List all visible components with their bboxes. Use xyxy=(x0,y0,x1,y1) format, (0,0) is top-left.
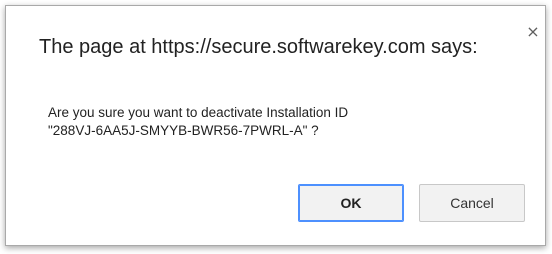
cancel-button[interactable]: Cancel xyxy=(419,184,525,222)
dialog-title: The page at https://secure.softwarekey.c… xyxy=(39,36,478,58)
confirm-dialog: × The page at https://secure.softwarekey… xyxy=(5,5,546,246)
close-icon[interactable]: × xyxy=(524,23,542,41)
message-line-2: "288VJ-6AA5J-SMYYB-BWR56-7PWRL-A" ? xyxy=(48,123,319,138)
message-line-1: Are you sure you want to deactivate Inst… xyxy=(48,105,349,120)
ok-button[interactable]: OK xyxy=(298,184,404,222)
dialog-message: Are you sure you want to deactivate Inst… xyxy=(48,104,348,140)
